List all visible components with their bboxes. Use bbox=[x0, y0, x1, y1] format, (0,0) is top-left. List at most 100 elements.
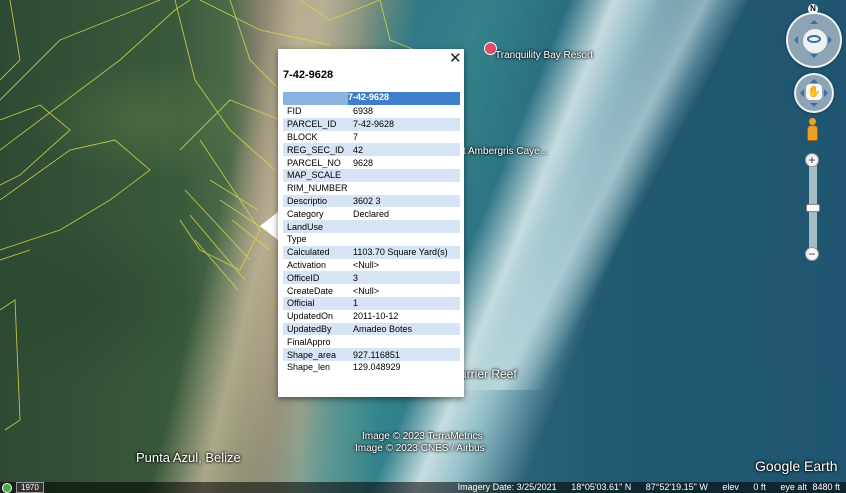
look-around-control[interactable] bbox=[786, 12, 842, 68]
table-row: Official 1 bbox=[283, 296, 460, 310]
elevation-readout: 0 ft bbox=[753, 482, 766, 492]
table-row: PARCEL_NO 9628 bbox=[283, 156, 460, 169]
table-row: REG_SEC_ID 42 bbox=[283, 143, 460, 157]
table-row: FinalAppro bbox=[283, 335, 460, 349]
imagery-credit: Image © 2023 TerraMetrics bbox=[362, 431, 483, 442]
attribute-key: UpdatedBy bbox=[283, 322, 349, 336]
table-row: MAP_SCALE bbox=[283, 168, 460, 182]
latitude-readout: 18°05'03.61" N bbox=[571, 482, 632, 492]
attribute-key: Type bbox=[283, 232, 349, 246]
table-row: Shape_len 129.048929 bbox=[283, 360, 460, 374]
eye-alt-label: eye alt bbox=[780, 482, 807, 492]
attribute-key: UpdatedOn bbox=[283, 309, 349, 323]
place-label-ambergris: t Ambergris Caye... bbox=[463, 146, 549, 157]
attribute-value: 927.116851 bbox=[349, 348, 460, 361]
table-row: LandUse bbox=[283, 220, 460, 233]
place-label-resort[interactable]: Tranquility Bay Resort bbox=[495, 50, 593, 61]
table-row: OfficeID 3 bbox=[283, 271, 460, 285]
pegman-body bbox=[807, 125, 818, 141]
attribute-table-header: 7-42-9628 bbox=[283, 92, 460, 105]
attribute-value bbox=[349, 232, 460, 246]
attribute-value: <Null> bbox=[349, 284, 460, 297]
attribute-value: 3 bbox=[349, 271, 460, 285]
attribute-value: Amadeo Botes bbox=[349, 322, 460, 336]
table-row: Type bbox=[283, 232, 460, 246]
move-right-arrow-icon[interactable] bbox=[824, 89, 832, 97]
attribute-key: FID bbox=[283, 105, 349, 118]
attribute-key: OfficeID bbox=[283, 271, 349, 285]
table-row: PARCEL_ID 7-42-9628 bbox=[283, 117, 460, 131]
header-accent bbox=[283, 92, 348, 105]
attribute-key: Calculated bbox=[283, 245, 349, 259]
north-compass-icon[interactable]: N bbox=[808, 4, 818, 14]
move-left-arrow-icon[interactable] bbox=[796, 89, 804, 97]
imagery-date: Imagery Date: 3/25/2021 bbox=[457, 482, 557, 492]
attribute-key: RIM_NUMBER bbox=[283, 181, 349, 195]
popup-title: 7-42-9628 bbox=[283, 69, 334, 81]
attribute-key: Activation bbox=[283, 258, 349, 272]
table-row: Calculated 1103.70 Square Yard(s) bbox=[283, 245, 460, 259]
globe-icon[interactable] bbox=[2, 482, 12, 493]
table-row: RIM_NUMBER bbox=[283, 181, 460, 195]
zoom-slider-thumb[interactable] bbox=[806, 204, 820, 212]
attribute-table: 7-42-9628 FID 6938 PARCEL_ID 7-42-9628 BLOCK… bbox=[283, 92, 460, 374]
attribute-value: 7-42-9628 bbox=[349, 117, 460, 131]
attribute-key: MAP_SCALE bbox=[283, 168, 349, 182]
imagery-credit: Image © 2023 CNES / Airbus bbox=[355, 443, 485, 454]
attribute-value: <Null> bbox=[349, 258, 460, 272]
attribute-value: 7 bbox=[349, 130, 460, 144]
attribute-key: Official bbox=[283, 296, 349, 310]
attribute-value bbox=[349, 220, 460, 233]
table-row: Category Declared bbox=[283, 207, 460, 221]
table-row: UpdatedOn 2011-10-12 bbox=[283, 309, 460, 323]
move-control[interactable]: ✋ bbox=[794, 73, 834, 113]
google-earth-logo: Google Earth bbox=[755, 458, 838, 474]
attribute-value: 129.048929 bbox=[349, 360, 460, 374]
table-row: CreateDate <Null> bbox=[283, 284, 460, 297]
attribute-value: 9628 bbox=[349, 156, 460, 169]
table-row: Descriptio 3602 3 bbox=[283, 194, 460, 208]
attribute-value: 6938 bbox=[349, 105, 460, 118]
attribute-value bbox=[349, 181, 460, 195]
place-label-punta-azul: Punta Azul, Belize bbox=[136, 450, 241, 465]
parcel-info-popup: ✕ 7-42-9628 7-42-9628 FID 6938 PARCEL_ID 7-… bbox=[278, 49, 464, 397]
table-row: Shape_area 927.116851 bbox=[283, 348, 460, 361]
table-row: Activation <Null> bbox=[283, 258, 460, 272]
look-up-arrow-icon[interactable] bbox=[810, 16, 818, 24]
table-row: BLOCK 7 bbox=[283, 130, 460, 144]
longitude-readout: 87°52'19.15" W bbox=[645, 482, 708, 492]
attribute-value bbox=[349, 335, 460, 349]
move-up-arrow-icon[interactable] bbox=[810, 75, 818, 83]
look-left-arrow-icon[interactable] bbox=[790, 36, 798, 44]
attribute-value: 3602 3 bbox=[349, 194, 460, 208]
attribute-key: LandUse bbox=[283, 220, 349, 233]
look-down-arrow-icon[interactable] bbox=[810, 54, 818, 62]
attribute-value: Declared bbox=[349, 207, 460, 221]
eye-icon bbox=[807, 35, 821, 43]
attribute-value: 42 bbox=[349, 143, 460, 157]
pegman-head bbox=[809, 118, 816, 125]
place-label-reef: arrier Reef bbox=[460, 367, 517, 381]
attribute-value bbox=[349, 168, 460, 182]
look-right-arrow-icon[interactable] bbox=[828, 36, 836, 44]
pegman-street-view-icon[interactable] bbox=[805, 118, 819, 146]
historical-imagery-year[interactable]: 1970 bbox=[16, 482, 44, 493]
attribute-key: CreateDate bbox=[283, 284, 349, 297]
attribute-table-header-text: 7-42-9628 bbox=[348, 92, 390, 102]
hand-icon[interactable]: ✋ bbox=[806, 84, 822, 100]
zoom-in-button[interactable]: + bbox=[805, 153, 819, 167]
attribute-value: 1103.70 Square Yard(s) bbox=[349, 245, 460, 259]
attribute-key: BLOCK bbox=[283, 130, 349, 144]
elevation-label: elev bbox=[722, 482, 739, 492]
move-down-arrow-icon[interactable] bbox=[810, 103, 818, 111]
attribute-key: Shape_len bbox=[283, 360, 349, 374]
zoom-out-button[interactable]: − bbox=[805, 247, 819, 261]
table-row: UpdatedBy Amadeo Botes bbox=[283, 322, 460, 336]
attribute-value: 1 bbox=[349, 296, 460, 310]
popup-pointer bbox=[260, 212, 278, 240]
attribute-key: PARCEL_ID bbox=[283, 117, 349, 131]
status-bar: 1970 Imagery Date: 3/25/2021 18°05'03.61… bbox=[0, 482, 846, 493]
attribute-key: Shape_area bbox=[283, 348, 349, 361]
close-icon[interactable]: ✕ bbox=[449, 51, 462, 66]
eye-alt-readout: 8480 ft bbox=[812, 482, 840, 492]
